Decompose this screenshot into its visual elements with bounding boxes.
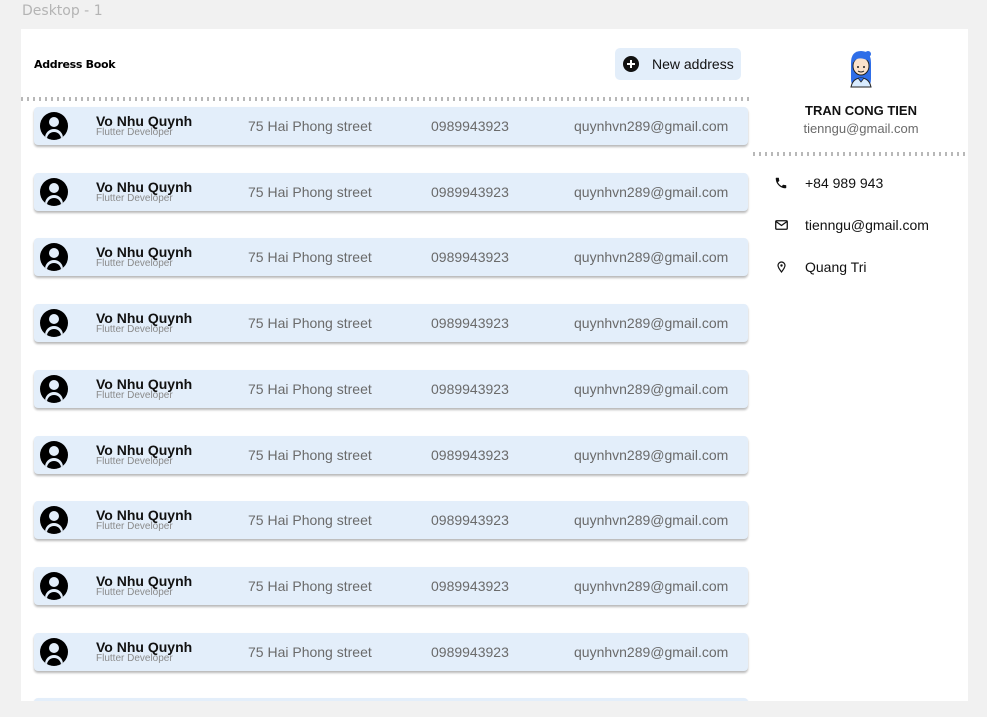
contact-phone: 0989943923 [431, 643, 509, 660]
contact-role: Flutter Developer [96, 324, 173, 336]
contact-phone: 0989943923 [431, 183, 509, 200]
plus-circle-icon [623, 56, 639, 72]
account-circle-icon [40, 177, 68, 206]
contact-role: Flutter Developer [96, 521, 173, 533]
contact-phone: 0989943923 [431, 380, 509, 397]
contact-role: Flutter Developer [96, 258, 173, 270]
contact-email: quynhvn289@gmail.com [574, 380, 729, 397]
contact-row[interactable]: Vo Nhu Quynh Flutter Developer 75 Hai Ph… [34, 304, 748, 343]
contact-row[interactable]: Vo Nhu Quynh Flutter Developer 75 Hai Ph… [34, 369, 748, 408]
contact-row[interactable] [34, 698, 748, 701]
contact-address: 75 Hai Phong street [248, 380, 372, 397]
profile-avatar [850, 51, 872, 88]
profile-phone: +84 989 943 [774, 175, 883, 191]
contact-email: quynhvn289@gmail.com [574, 446, 729, 463]
contact-address: 75 Hai Phong street [248, 118, 372, 134]
contact-row[interactable]: Vo Nhu Quynh Flutter Developer 75 Hai Ph… [34, 435, 748, 474]
contact-email: quynhvn289@gmail.com [574, 643, 729, 660]
contact-phone: 0989943923 [431, 249, 509, 266]
contact-phone: 0989943923 [431, 446, 509, 463]
contact-email: quynhvn289@gmail.com [574, 249, 729, 266]
frame-label: Desktop - 1 [22, 3, 103, 19]
account-circle-icon [40, 112, 68, 140]
contact-phone: 0989943923 [431, 577, 509, 594]
contact-phone: 0989943923 [431, 118, 509, 134]
contact-address: 75 Hai Phong street [248, 643, 372, 660]
contact-role: Flutter Developer [96, 586, 173, 598]
contact-email: quynhvn289@gmail.com [574, 183, 729, 200]
contact-address: 75 Hai Phong street [248, 249, 372, 266]
contact-email: quynhvn289@gmail.com [574, 315, 729, 332]
contact-address: 75 Hai Phong street [248, 183, 372, 200]
contact-row[interactable]: Vo Nhu Quynh Flutter Developer 75 Hai Ph… [34, 566, 748, 605]
account-circle-icon [40, 637, 68, 666]
page-title: Address Book [34, 58, 116, 71]
account-circle-icon [40, 440, 68, 469]
contact-address: 75 Hai Phong street [248, 315, 372, 332]
contact-email: quynhvn289@gmail.com [574, 118, 729, 134]
new-address-label: New address [652, 56, 734, 72]
profile-phone-text: +84 989 943 [805, 175, 884, 191]
contact-row[interactable]: Vo Nhu Quynh Flutter Developer 75 Hai Ph… [34, 238, 748, 277]
profile-mail: tienngu@gmail.com [774, 217, 929, 233]
contact-role: Flutter Developer [96, 389, 173, 401]
location-pin-icon [774, 260, 788, 274]
contact-address: 75 Hai Phong street [248, 446, 372, 463]
profile-location-text: Quang Tri [805, 259, 867, 275]
contact-email: quynhvn289@gmail.com [574, 512, 729, 529]
contact-role: Flutter Developer [96, 652, 173, 664]
mail-icon [774, 218, 788, 232]
profile-location: Quang Tri [774, 259, 866, 275]
contact-phone: 0989943923 [431, 512, 509, 529]
contact-role: Flutter Developer [96, 455, 173, 467]
divider [21, 97, 753, 101]
profile-email: tienngu@gmail.com [803, 121, 919, 136]
contact-phone: 0989943923 [431, 315, 509, 332]
contact-role: Flutter Developer [96, 192, 173, 204]
contact-email: quynhvn289@gmail.com [574, 577, 729, 594]
account-circle-icon [40, 243, 68, 272]
new-address-button[interactable]: New address [615, 48, 741, 80]
desktop-frame: Address Book New address Vo Nhu Quynh Fl… [21, 29, 968, 701]
account-circle-icon [40, 309, 68, 338]
phone-icon [774, 176, 788, 190]
contact-row[interactable]: Vo Nhu Quynh Flutter Developer 75 Hai Ph… [34, 501, 748, 540]
account-circle-icon [40, 506, 68, 535]
contact-row[interactable]: Vo Nhu Quynh Flutter Developer 75 Hai Ph… [34, 172, 748, 211]
contact-row[interactable]: Vo Nhu Quynh Flutter Developer 75 Hai Ph… [34, 632, 748, 671]
divider [753, 152, 968, 156]
contact-row[interactable]: Vo Nhu Quynh Flutter Developer 75 Hai Ph… [34, 107, 748, 145]
account-circle-icon [40, 374, 68, 403]
contact-address: 75 Hai Phong street [248, 577, 372, 594]
contact-role: Flutter Developer [96, 127, 173, 138]
profile-mail-text: tienngu@gmail.com [805, 217, 929, 233]
account-circle-icon [40, 571, 68, 600]
contact-address: 75 Hai Phong street [248, 512, 372, 529]
profile-name: TRAN CONG TIEN [805, 103, 917, 118]
